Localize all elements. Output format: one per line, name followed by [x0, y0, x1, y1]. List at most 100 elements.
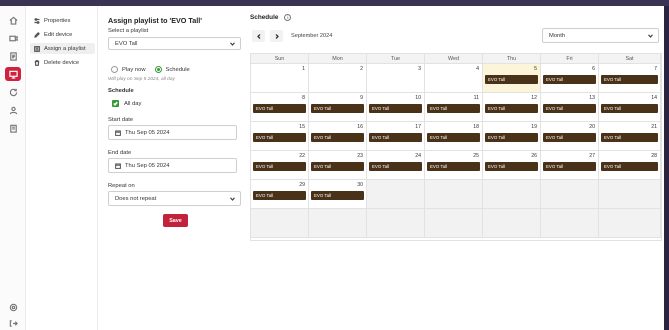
- calendar-event[interactable]: EVO Tall: [543, 75, 596, 84]
- day-number: 23: [357, 153, 363, 159]
- calendar-day-cell[interactable]: 28 EVO Tall: [599, 151, 661, 180]
- rail-building[interactable]: [5, 121, 21, 135]
- calendar-event[interactable]: EVO Tall: [369, 162, 422, 171]
- calendar-event[interactable]: EVO Tall: [485, 133, 538, 142]
- calendar-day-cell[interactable]: 15 EVO Tall: [251, 122, 309, 151]
- calendar-day-cell[interactable]: 6 EVO Tall: [541, 64, 599, 93]
- start-date-input[interactable]: Thu Sep 05 2024: [108, 125, 237, 140]
- calendar-event[interactable]: EVO Tall: [253, 162, 306, 171]
- calendar-event[interactable]: EVO Tall: [543, 133, 596, 142]
- calendar-event[interactable]: EVO Tall: [601, 133, 658, 142]
- view-select[interactable]: Month: [542, 28, 659, 43]
- play-now-radio[interactable]: [111, 66, 118, 73]
- calendar-event[interactable]: EVO Tall: [601, 104, 658, 113]
- schedule-radio[interactable]: [154, 66, 162, 73]
- calendar-day-cell[interactable]: 11 EVO Tall: [425, 93, 483, 122]
- calendar-day-cell[interactable]: [367, 180, 425, 209]
- calendar-event[interactable]: EVO Tall: [369, 104, 422, 113]
- nav-item-assign-playlist[interactable]: Assign a playlist: [30, 43, 95, 54]
- calendar-day-cell[interactable]: 27 EVO Tall: [541, 151, 599, 180]
- calendar-day-cell[interactable]: 2: [309, 64, 367, 93]
- calendar-event[interactable]: EVO Tall: [601, 75, 658, 84]
- all-day-checkbox[interactable]: [112, 100, 119, 107]
- repeat-select[interactable]: Does not repeat: [108, 191, 241, 206]
- weekday-header: Thu: [483, 54, 541, 64]
- calendar-event[interactable]: EVO Tall: [543, 104, 596, 113]
- calendar-day-cell[interactable]: [425, 209, 483, 238]
- rail-schedule[interactable]: [5, 85, 21, 99]
- day-number: 14: [651, 95, 657, 101]
- calendar-day-cell[interactable]: 16 EVO Tall: [309, 122, 367, 151]
- calendar-event[interactable]: EVO Tall: [601, 162, 658, 171]
- calendar-day-cell[interactable]: 23 EVO Tall: [309, 151, 367, 180]
- calendar-day-cell[interactable]: 9 EVO Tall: [309, 93, 367, 122]
- calendar-day-cell[interactable]: 18 EVO Tall: [425, 122, 483, 151]
- rail-display[interactable]: [5, 67, 21, 81]
- calendar-day-cell[interactable]: [599, 209, 661, 238]
- calendar-event[interactable]: EVO Tall: [485, 75, 538, 84]
- info-icon[interactable]: i: [284, 14, 292, 21]
- day-number: 3: [418, 66, 421, 72]
- calendar-day-cell[interactable]: [541, 209, 599, 238]
- calendar-day-cell[interactable]: 29 EVO Tall: [251, 180, 309, 209]
- calendar-day-cell[interactable]: 1: [251, 64, 309, 93]
- calendar-day-cell[interactable]: [599, 180, 661, 209]
- calendar-day-cell[interactable]: [483, 180, 541, 209]
- calendar-day-cell[interactable]: [425, 180, 483, 209]
- calendar-event[interactable]: EVO Tall: [485, 104, 538, 113]
- rail-playlist[interactable]: [5, 49, 21, 63]
- calendar-day-cell[interactable]: [251, 209, 309, 238]
- calendar-day-cell[interactable]: 30 EVO Tall: [309, 180, 367, 209]
- calendar-day-cell[interactable]: 12 EVO Tall: [483, 93, 541, 122]
- calendar-event[interactable]: EVO Tall: [369, 133, 422, 142]
- next-month-button[interactable]: [270, 30, 283, 42]
- calendar-day-cell[interactable]: 21 EVO Tall: [599, 122, 661, 151]
- calendar-day-cell[interactable]: [541, 180, 599, 209]
- calendar-day-cell[interactable]: 22 EVO Tall: [251, 151, 309, 180]
- calendar-day-cell[interactable]: 4: [425, 64, 483, 93]
- calendar-event[interactable]: EVO Tall: [485, 162, 538, 171]
- calendar-day-cell[interactable]: [367, 209, 425, 238]
- nav-item-delete-device[interactable]: Delete device: [30, 57, 95, 68]
- calendar-event[interactable]: EVO Tall: [427, 104, 480, 113]
- calendar-day-cell[interactable]: 25 EVO Tall: [425, 151, 483, 180]
- calendar-day-cell[interactable]: 3: [367, 64, 425, 93]
- calendar-day-cell[interactable]: 24 EVO Tall: [367, 151, 425, 180]
- calendar-day-cell[interactable]: 5 EVO Tall: [483, 64, 541, 93]
- calendar-event[interactable]: EVO Tall: [427, 133, 480, 142]
- calendar-day-cell[interactable]: 10 EVO Tall: [367, 93, 425, 122]
- calendar-day-cell[interactable]: [483, 209, 541, 238]
- calendar-day-cell[interactable]: 17 EVO Tall: [367, 122, 425, 151]
- playlist-select[interactable]: EVO Tall: [108, 37, 241, 50]
- nav-item-properties[interactable]: Properties: [30, 15, 95, 26]
- prev-month-button[interactable]: [252, 30, 265, 42]
- save-button[interactable]: Save: [163, 214, 188, 227]
- month-label: September 2024: [291, 33, 333, 39]
- nav-item-edit-device[interactable]: Edit device: [30, 29, 95, 40]
- calendar-day-cell[interactable]: 20 EVO Tall: [541, 122, 599, 151]
- chevron-down-icon: [230, 197, 235, 201]
- calendar-day-cell[interactable]: [309, 209, 367, 238]
- calendar-event[interactable]: EVO Tall: [253, 133, 306, 142]
- rail-media[interactable]: [5, 31, 21, 45]
- rail-home[interactable]: [5, 13, 21, 27]
- calendar-event[interactable]: EVO Tall: [427, 162, 480, 171]
- calendar-day-cell[interactable]: 26 EVO Tall: [483, 151, 541, 180]
- calendar-day-cell[interactable]: 7 EVO Tall: [599, 64, 661, 93]
- rail-settings[interactable]: [5, 300, 21, 314]
- calendar-event[interactable]: EVO Tall: [253, 104, 306, 113]
- calendar-event[interactable]: EVO Tall: [311, 133, 364, 142]
- calendar-event[interactable]: EVO Tall: [311, 191, 364, 200]
- calendar-event[interactable]: EVO Tall: [543, 162, 596, 171]
- calendar-day-cell[interactable]: 14 EVO Tall: [599, 93, 661, 122]
- end-date-input[interactable]: Thu Sep 05 2024: [108, 158, 237, 173]
- calendar-event[interactable]: EVO Tall: [253, 191, 306, 200]
- calendar-day-cell[interactable]: 13 EVO Tall: [541, 93, 599, 122]
- calendar-event[interactable]: EVO Tall: [311, 104, 364, 113]
- calendar-day-cell[interactable]: 8 EVO Tall: [251, 93, 309, 122]
- rail-logout[interactable]: [5, 316, 21, 330]
- calendar-day-cell[interactable]: 19 EVO Tall: [483, 122, 541, 151]
- day-number: 22: [299, 153, 305, 159]
- rail-users[interactable]: [5, 103, 21, 117]
- calendar-event[interactable]: EVO Tall: [311, 162, 364, 171]
